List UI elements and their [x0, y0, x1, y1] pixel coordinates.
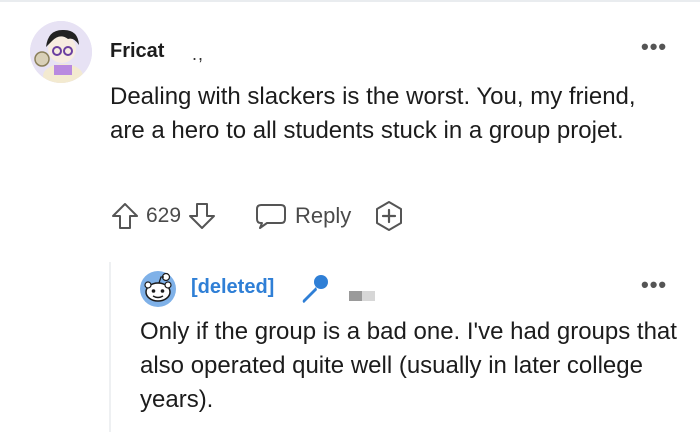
comment-thread: Fricat ., ••• Dealing with slackers is t… — [0, 0, 700, 432]
award-button[interactable] — [373, 200, 405, 232]
thread-line[interactable] — [109, 262, 111, 432]
username-marker: ., — [192, 44, 205, 64]
reply-body: Only if the group is a bad one. I've had… — [140, 318, 677, 413]
user-avatar[interactable] — [30, 21, 92, 83]
comment-more-options-button[interactable]: ••• — [641, 36, 667, 58]
comment-username[interactable]: Fricat — [110, 40, 164, 63]
downvote-button[interactable] — [187, 201, 217, 231]
comment-actions: 629 Reply — [110, 198, 405, 234]
upvote-arrow-icon — [112, 203, 138, 229]
upvote-button[interactable] — [110, 201, 140, 231]
downvote-arrow-icon — [189, 203, 216, 229]
reply-label: Reply — [295, 203, 352, 228]
speech-bubble-icon — [256, 204, 287, 229]
vote-count: 629 — [146, 204, 182, 227]
microphone-icon — [297, 272, 331, 311]
deleted-user-avatar — [139, 270, 177, 308]
snoo-avatar-icon — [140, 271, 176, 307]
reply-more-options-button[interactable]: ••• — [641, 274, 667, 296]
award-plus-icon — [376, 201, 403, 231]
user-flair-badge — [349, 291, 375, 301]
reply-button[interactable]: Reply — [255, 202, 351, 230]
reply-username[interactable]: [deleted] — [191, 276, 274, 299]
avatar-illustration-icon — [30, 21, 92, 83]
comment-body: Dealing with slackers is the worst. You,… — [110, 83, 636, 144]
